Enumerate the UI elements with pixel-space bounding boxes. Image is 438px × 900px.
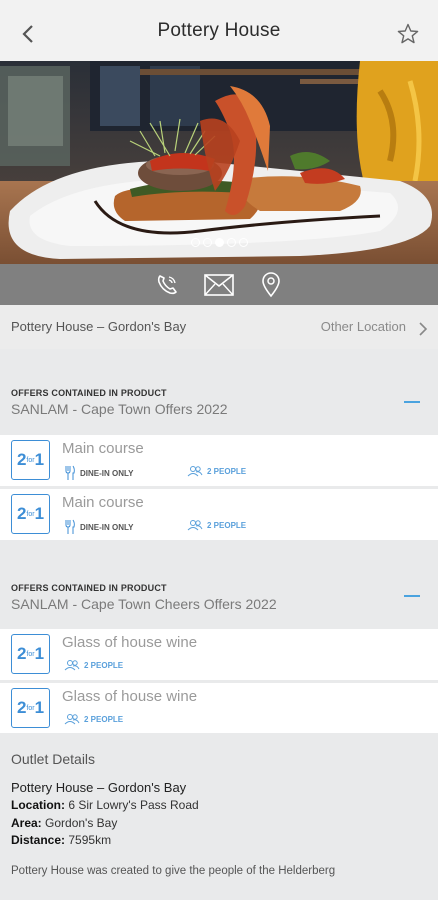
carousel-dot[interactable] bbox=[203, 238, 212, 247]
outlet-name: Pottery House – Gordon's Bay bbox=[11, 780, 187, 795]
location-name: Pottery House – Gordon's Bay bbox=[11, 319, 187, 334]
two-for-one-badge: 2 for 1 bbox=[11, 440, 50, 480]
email-button[interactable] bbox=[203, 269, 235, 301]
section-label: OFFERS CONTAINED IN PRODUCT bbox=[11, 583, 167, 593]
favorite-button[interactable] bbox=[396, 22, 420, 46]
offers-section-header: OFFERS CONTAINED IN PRODUCT SANLAM - Cap… bbox=[0, 349, 438, 434]
collapse-section-button[interactable] bbox=[404, 401, 420, 403]
offer-item[interactable]: 2 for 1 Glass of house wine 2 PEOPLE bbox=[0, 629, 438, 680]
section-label: OFFERS CONTAINED IN PRODUCT bbox=[11, 388, 167, 398]
other-location-link[interactable]: Other Location bbox=[321, 319, 406, 334]
people-tag: 2 PEOPLE bbox=[187, 519, 246, 531]
app-header: Pottery House bbox=[0, 0, 438, 61]
cutlery-icon bbox=[65, 519, 75, 534]
people-icon bbox=[64, 714, 80, 725]
people-icon bbox=[187, 466, 203, 477]
outlet-location: Location: 6 Sir Lowry's Pass Road bbox=[11, 798, 199, 812]
back-button[interactable] bbox=[20, 24, 38, 44]
carousel-dot[interactable] bbox=[191, 238, 200, 247]
chevron-right-icon bbox=[419, 322, 428, 336]
food-photo bbox=[0, 61, 438, 264]
page-title: Pottery House bbox=[157, 19, 281, 41]
offer-name: Main course bbox=[62, 494, 144, 511]
offer-item[interactable]: 2 for 1 Glass of house wine 2 PEOPLE bbox=[0, 683, 438, 734]
outlet-area: Area: Gordon's Bay bbox=[11, 816, 118, 830]
collapse-section-button[interactable] bbox=[404, 595, 420, 597]
map-button[interactable] bbox=[255, 269, 287, 301]
people-icon bbox=[187, 520, 203, 531]
star-icon bbox=[397, 23, 419, 44]
carousel-dot[interactable] bbox=[227, 238, 236, 247]
offer-item[interactable]: 2 for 1 Main course DINE-IN ONLY 2 PEOPLE bbox=[0, 435, 438, 486]
two-for-one-badge: 2 for 1 bbox=[11, 494, 50, 534]
outlet-distance: Distance: 7595km bbox=[11, 833, 112, 847]
dine-in-tag: DINE-IN ONLY bbox=[64, 465, 134, 481]
offer-name: Main course bbox=[62, 440, 144, 457]
carousel-dot[interactable] bbox=[215, 238, 224, 247]
back-arrow-icon bbox=[22, 25, 33, 43]
offer-item[interactable]: 2 for 1 Main course DINE-IN ONLY 2 PEOPLE bbox=[0, 489, 438, 540]
cutlery-icon bbox=[65, 465, 75, 480]
phone-icon bbox=[157, 274, 177, 294]
section-title: SANLAM - Cape Town Offers 2022 bbox=[11, 401, 228, 417]
outlet-description: Pottery House was created to give the pe… bbox=[11, 865, 336, 877]
people-icon bbox=[64, 660, 80, 671]
outlet-heading: Outlet Details bbox=[11, 751, 96, 767]
offer-name: Glass of house wine bbox=[62, 688, 198, 705]
hero-image[interactable] bbox=[0, 61, 438, 264]
offers-section-header: OFFERS CONTAINED IN PRODUCT SANLAM - Cap… bbox=[0, 540, 438, 629]
map-pin-icon bbox=[262, 271, 280, 297]
offer-name: Glass of house wine bbox=[62, 634, 198, 651]
call-button[interactable] bbox=[151, 269, 183, 301]
carousel-dot[interactable] bbox=[239, 238, 248, 247]
location-row[interactable]: Pottery House – Gordon's Bay Other Locat… bbox=[0, 305, 438, 349]
people-tag: 2 PEOPLE bbox=[64, 659, 123, 671]
two-for-one-badge: 2 for 1 bbox=[11, 634, 50, 674]
people-tag: 2 PEOPLE bbox=[187, 465, 246, 477]
contact-action-bar bbox=[0, 264, 438, 305]
people-tag: 2 PEOPLE bbox=[64, 713, 123, 725]
carousel-dots[interactable] bbox=[191, 238, 248, 247]
dine-in-tag: DINE-IN ONLY bbox=[64, 519, 134, 535]
mail-icon bbox=[204, 273, 234, 296]
outlet-details: Outlet Details Pottery House – Gordon's … bbox=[0, 733, 438, 900]
section-title: SANLAM - Cape Town Cheers Offers 2022 bbox=[11, 596, 277, 612]
two-for-one-badge: 2 for 1 bbox=[11, 688, 50, 728]
